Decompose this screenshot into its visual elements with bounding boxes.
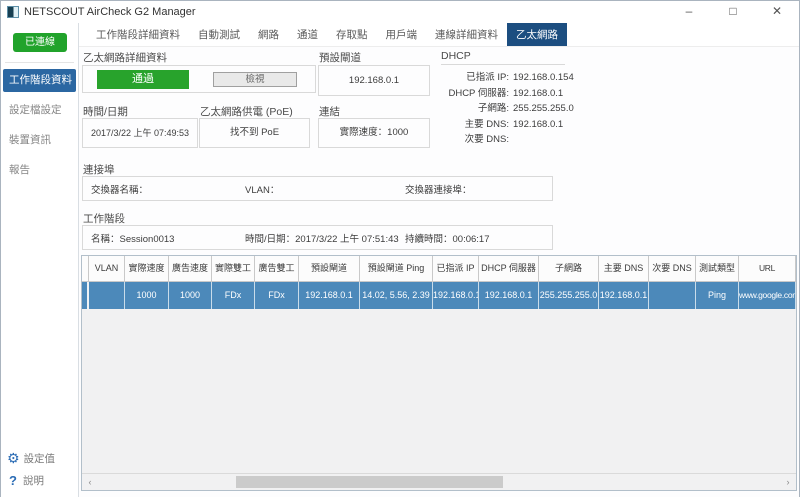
col-subnet: 子網路 — [539, 256, 599, 281]
col-url: URL — [739, 256, 796, 281]
scrollbar-track[interactable] — [98, 474, 780, 490]
eth-details-box: 通過 檢視 — [82, 65, 316, 93]
maximize-icon[interactable]: □ — [711, 1, 755, 23]
time-date-label: 時間/日期 — [83, 104, 128, 119]
col-advertised-speed: 廣告速度 — [169, 256, 212, 281]
sidebar-divider — [5, 62, 74, 63]
row-selector-header — [82, 256, 89, 281]
tab-channel[interactable]: 通道 — [288, 23, 327, 46]
table-header-row: VLAN 實際速度 廣告速度 實際雙工 廣告雙工 預設閘道 預設閘道 Ping … — [82, 256, 796, 282]
app-icon — [7, 6, 19, 18]
default-gateway-box: 192.168.0.1 — [318, 65, 430, 96]
dhcp-secondary-dns: 次要 DNS: — [431, 132, 574, 148]
scrollbar-thumb[interactable] — [236, 476, 503, 488]
ethernet-panel: 乙太網路詳細資料 通過 檢視 預設閘道 192.168.0.1 DHCP 已指派… — [79, 47, 799, 497]
tab-ethernet[interactable]: 乙太網路 — [507, 23, 567, 46]
dhcp-list: 已指派 IP:192.168.0.154 DHCP 伺服器:192.168.0.… — [431, 70, 574, 148]
dhcp-assigned-ip: 已指派 IP:192.168.0.154 — [431, 70, 574, 86]
col-advertised-duplex: 廣告雙工 — [255, 256, 299, 281]
app-window: NETSCOUT AirCheck G2 Manager – □ ✕ 已連線 工… — [0, 0, 800, 497]
settings-button[interactable]: ⚙ 設定值 — [7, 447, 78, 469]
scroll-right-icon[interactable]: › — [780, 474, 796, 490]
tab-clients[interactable]: 用戶端 — [377, 23, 427, 46]
switch-port-field: 交換器連接埠： — [405, 182, 472, 196]
pass-button[interactable]: 通過 — [97, 70, 189, 89]
session-duration-field: 持續時間：00:06:17 — [405, 231, 490, 245]
col-gateway-ping: 預設閘道 Ping — [360, 256, 433, 281]
vlan-field: VLAN： — [245, 182, 279, 196]
port-label: 連接埠 — [83, 162, 115, 177]
results-table: VLAN 實際速度 廣告速度 實際雙工 廣告雙工 預設閘道 預設閘道 Ping … — [81, 255, 797, 491]
session-time-field: 時間/日期：2017/3/22 上午 07:51:43 — [245, 231, 399, 245]
col-actual-speed: 實際速度 — [125, 256, 169, 281]
poe-label: 乙太網路供電 (PoE) — [200, 104, 293, 119]
scroll-left-icon[interactable]: ‹ — [82, 474, 98, 490]
poe-box: 找不到 PoE — [199, 118, 310, 148]
eth-details-label: 乙太網路詳細資料 — [83, 50, 167, 65]
tab-session-details[interactable]: 工作階段詳細資料 — [87, 23, 189, 46]
help-label: 說明 — [23, 473, 44, 488]
help-button[interactable]: ? 說明 — [7, 469, 78, 491]
col-actual-duplex: 實際雙工 — [212, 256, 255, 281]
sidebar-item-device-info[interactable]: 裝置資訊 — [3, 129, 76, 152]
link-box: 實際速度：1000 — [318, 118, 430, 148]
session-label: 工作階段 — [83, 211, 125, 226]
view-button[interactable]: 檢視 — [213, 72, 297, 87]
session-name-field: 名稱：Session0013 — [91, 231, 174, 245]
help-icon: ? — [9, 473, 17, 488]
tab-access-points[interactable]: 存取點 — [327, 23, 377, 46]
minimize-icon[interactable]: – — [667, 1, 711, 23]
settings-label: 設定值 — [24, 451, 56, 466]
table-row[interactable]: 1000 1000 FDx FDx 192.168.0.1 14.02, 5.5… — [82, 282, 796, 309]
col-primary-dns: 主要 DNS — [599, 256, 649, 281]
tab-autotest[interactable]: 自動測試 — [189, 23, 249, 46]
col-assigned-ip: 已指派 IP — [433, 256, 479, 281]
poe-value: 找不到 PoE — [200, 119, 309, 147]
col-vlan: VLAN — [89, 256, 125, 281]
link-speed-value: 實際速度：1000 — [319, 119, 429, 147]
col-dhcp-server: DHCP 伺服器 — [479, 256, 539, 281]
gear-icon: ⚙ — [7, 451, 20, 465]
tab-network[interactable]: 網路 — [249, 23, 288, 46]
sidebar-item-profile-settings[interactable]: 設定檔設定 — [3, 99, 76, 122]
horizontal-scrollbar[interactable]: ‹ › — [82, 473, 796, 490]
tab-connection-details[interactable]: 連線詳細資料 — [426, 23, 507, 46]
switch-name-field: 交換器名稱： — [91, 182, 148, 196]
dhcp-server: DHCP 伺服器:192.168.0.1 — [431, 86, 574, 102]
col-default-gateway: 預設閘道 — [299, 256, 360, 281]
col-secondary-dns: 次要 DNS — [649, 256, 696, 281]
default-gateway-label: 預設閘道 — [319, 50, 361, 65]
time-date-value: 2017/3/22 上午 07:49:53 — [83, 119, 197, 147]
sidebar: 已連線 工作階段資料 設定檔設定 裝置資訊 報告 ⚙ 設定值 ? 說明 — [1, 23, 79, 497]
sidebar-item-reports[interactable]: 報告 — [3, 159, 76, 182]
close-icon[interactable]: ✕ — [755, 1, 799, 23]
tab-bar: 工作階段詳細資料 自動測試 網路 通道 存取點 用戶端 連線詳細資料 乙太網路 — [79, 23, 799, 47]
table-empty-area — [82, 309, 796, 473]
time-date-box: 2017/3/22 上午 07:49:53 — [82, 118, 198, 148]
row-selector-cell[interactable] — [82, 282, 89, 309]
dhcp-divider — [441, 64, 565, 65]
default-gateway-value: 192.168.0.1 — [319, 66, 429, 95]
title-bar: NETSCOUT AirCheck G2 Manager – □ ✕ — [1, 1, 799, 23]
port-box: 交換器名稱： VLAN： 交換器連接埠： — [82, 176, 553, 201]
dhcp-label: DHCP — [441, 50, 471, 62]
sidebar-item-session-data[interactable]: 工作階段資料 — [3, 69, 76, 92]
status-badge: 已連線 — [13, 33, 67, 52]
dhcp-primary-dns: 主要 DNS:192.168.0.1 — [431, 117, 574, 133]
session-box: 名稱：Session0013 時間/日期：2017/3/22 上午 07:51:… — [82, 225, 553, 250]
link-label: 連結 — [319, 104, 340, 119]
window-title: NETSCOUT AirCheck G2 Manager — [24, 6, 667, 18]
dhcp-subnet: 子網路:255.255.255.0 — [431, 101, 574, 117]
col-test-type: 測試類型 — [696, 256, 739, 281]
